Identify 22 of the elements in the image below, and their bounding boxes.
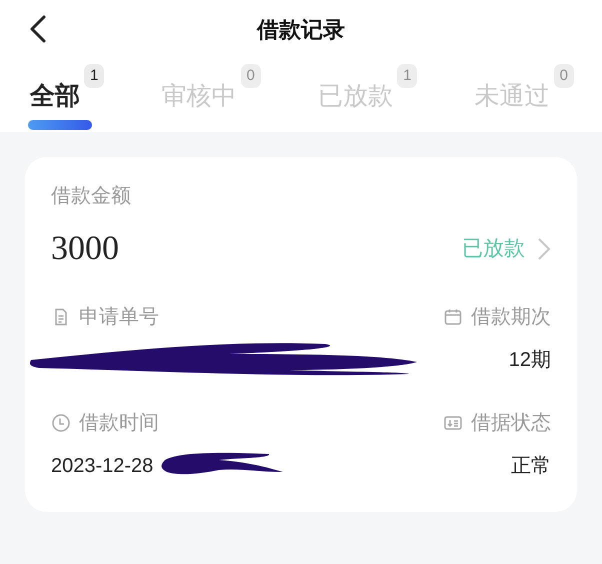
tab[interactable]: 全部	[30, 78, 80, 116]
field-label: 申请单号	[79, 305, 159, 330]
count-badge: 0	[240, 64, 261, 88]
field-value: 12期	[508, 348, 551, 373]
amount-label: 借款金额	[51, 184, 131, 209]
count-badge: 0	[554, 64, 574, 88]
field-label: 借据状态	[471, 411, 551, 436]
clock-icon	[51, 413, 71, 433]
field-label: 借款期次	[471, 305, 551, 330]
loan-card[interactable]: 借款金额 3000 已放款 申请单号 借款期次 12期 借款时间 2023-12-28 借据状态 正常	[25, 157, 577, 512]
field-label: 借款时间	[79, 411, 159, 436]
count-badge: 1	[84, 64, 104, 88]
amount-value: 3000	[51, 229, 119, 269]
tab-indicator	[28, 120, 92, 130]
calendar-icon	[443, 307, 463, 327]
field-value: 2023-12-28	[51, 454, 154, 479]
status-label: 已放款	[462, 236, 525, 262]
page-title: 借款记录	[257, 16, 345, 44]
count-badge: 1	[397, 64, 418, 88]
back-icon	[29, 15, 47, 43]
chevron-right-icon	[537, 236, 551, 260]
field-value: 正常	[511, 454, 551, 479]
